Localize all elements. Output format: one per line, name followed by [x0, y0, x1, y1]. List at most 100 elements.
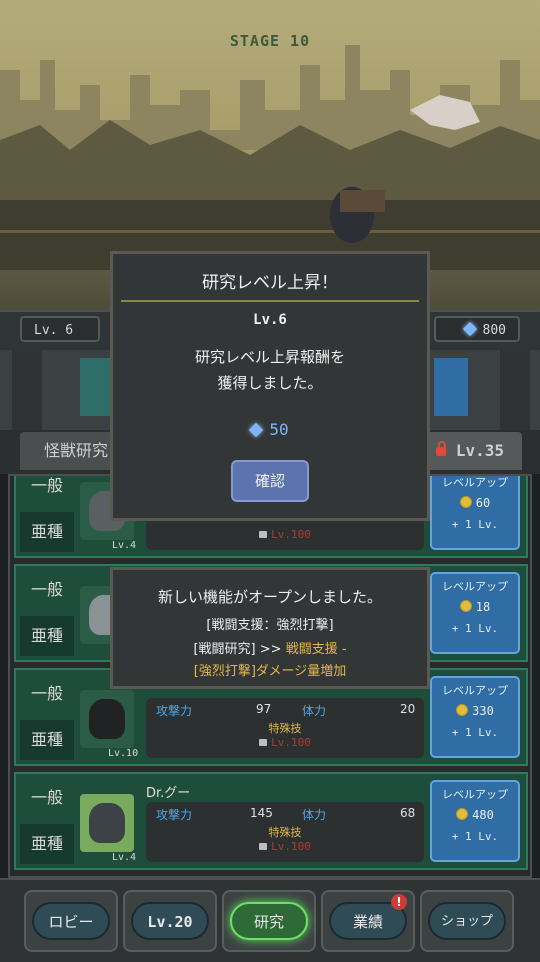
confirm-button[interactable]: 確認	[231, 460, 309, 502]
level-up-button[interactable]: レベルアップ 18 + 1 Lv.	[430, 572, 520, 654]
lock-level: Lv.100	[271, 528, 311, 541]
special-lock: Lv.100	[146, 736, 424, 749]
attack-label: 攻撃力	[156, 808, 193, 822]
gem-icon	[249, 422, 264, 438]
nav-lobby-label: ロビー	[32, 902, 110, 940]
nav-level-button[interactable]: Lv.20	[123, 890, 217, 952]
hp-value: 68	[400, 806, 416, 820]
special-label: 特殊技	[268, 826, 302, 839]
stat-box: 攻撃力 97 体力 20 特殊技 Lv.100	[146, 698, 424, 758]
special-lock: Lv.100	[146, 840, 424, 853]
nav-lobby-button[interactable]: ロビー	[24, 890, 118, 952]
attack-value: 145	[250, 806, 273, 820]
nav-shop-button[interactable]: ショップ	[420, 890, 514, 952]
cost-value: 480	[472, 808, 494, 822]
notification-badge: !	[391, 894, 407, 910]
grade-label: 一般	[30, 476, 63, 495]
monster-name: Dr.グー	[146, 786, 191, 801]
attack-label: 攻撃力	[156, 704, 193, 718]
hp-label: 体力	[302, 704, 327, 718]
dialog-message: 研究レベル上昇報酬を 獲得しました。	[113, 344, 427, 396]
dialog-divider	[121, 300, 419, 302]
level-up-cost: 480	[432, 808, 518, 822]
level-up-button[interactable]: レベルアップ 60 + 1 Lv.	[430, 476, 520, 550]
special-label: 特殊技	[268, 722, 302, 735]
subtype-label: 亜種	[20, 512, 74, 552]
lock-icon	[259, 843, 268, 850]
monster-portrait	[80, 690, 134, 748]
dialog-message-line2: 獲得しました。	[217, 374, 323, 392]
level-up-label: レベルアップ	[442, 788, 508, 801]
nav-shop-label: ショップ	[428, 902, 506, 940]
level-up-plus: + 1 Lv.	[451, 622, 499, 635]
gem-icon	[462, 321, 477, 337]
level-up-label: レベルアップ	[442, 580, 508, 593]
subtype-label: 亜種	[20, 616, 74, 656]
player-level: Lv. 6	[20, 316, 100, 342]
feature-unlocked-toast: 新しい機能がオープンしました。 [戦闘支援：強烈打撃] [戦闘研究] >> 戦闘…	[110, 567, 430, 689]
monster-level: Lv.4	[112, 852, 137, 863]
nav-research-button[interactable]: 研究	[222, 890, 316, 952]
grade-label: 一般	[30, 580, 63, 599]
dialog-title: 研究レベル上昇！	[202, 273, 338, 293]
level-up-plus: + 1 Lv.	[451, 726, 499, 739]
lock-level: Lv.100	[271, 736, 311, 749]
level-up-dialog: 研究レベル上昇！ Lv.6 研究レベル上昇報酬を 獲得しました。 50 確認	[110, 251, 430, 521]
toast-title: 新しい機能がオープンしました。	[157, 588, 383, 606]
level-up-label: レベルアップ	[442, 476, 508, 489]
grade-label: 一般	[30, 684, 63, 703]
tab-locked-level: Lv.35	[455, 441, 504, 460]
level-up-cost: 330	[432, 704, 518, 718]
gem-count: 800	[482, 323, 506, 338]
coin-icon	[456, 808, 469, 820]
coin-icon	[459, 496, 472, 508]
level-up-plus: + 1 Lv.	[451, 830, 499, 843]
level-up-button[interactable]: レベルアップ 480 + 1 Lv.	[430, 780, 520, 862]
level-up-label: レベルアップ	[442, 684, 508, 697]
dialog-message-line1: 研究レベル上昇報酬を	[194, 348, 345, 366]
toast-path-a: [戦闘研究] >>	[193, 642, 286, 657]
dialog-level: Lv.6	[253, 312, 287, 328]
monster-portrait	[80, 794, 134, 852]
hp-value: 20	[400, 702, 416, 716]
lock-icon	[259, 531, 268, 538]
cost-value: 330	[472, 704, 494, 718]
lock-level: Lv.100	[271, 840, 311, 853]
lock-icon	[259, 739, 268, 746]
monster-icon	[89, 803, 125, 843]
nav-research-label: 研究	[230, 902, 308, 940]
hp-label: 体力	[302, 808, 327, 822]
toast-effect: [強烈打撃]ダメージ量増加	[193, 664, 347, 679]
toast-path-b: 戦闘支援 -	[285, 642, 347, 657]
grade-label: 一般	[30, 788, 63, 807]
stat-box: 攻撃力 145 体力 68 特殊技 Lv.100	[146, 802, 424, 862]
tab-locked[interactable]: Lv.35	[422, 432, 522, 470]
monster-icon	[89, 699, 125, 739]
level-up-cost: 60	[432, 496, 518, 510]
attack-value: 97	[256, 702, 272, 716]
bottom-nav: ロビー Lv.20 研究 業績! ショップ	[0, 878, 540, 962]
toast-feature: [戦闘支援：強烈打撃]	[206, 618, 334, 633]
special-lock: Lv.100	[146, 528, 424, 541]
nav-level-label: Lv.20	[131, 902, 209, 940]
cost-value: 18	[475, 600, 491, 614]
monster-level: Lv.10	[108, 748, 139, 759]
level-up-cost: 18	[432, 600, 518, 614]
list-item: 一般 亜種 Lv.4 Dr.グー 攻撃力 145 体力 68 特殊技 Lv.10…	[14, 772, 528, 870]
reward-amount: 50	[269, 420, 289, 439]
lock-icon	[435, 441, 446, 456]
coin-icon	[456, 704, 469, 716]
level-up-button[interactable]: レベルアップ 330 + 1 Lv.	[430, 676, 520, 758]
subtype-label: 亜種	[20, 824, 74, 864]
nav-achievements-button[interactable]: 業績!	[321, 890, 415, 952]
gem-counter: 800	[434, 316, 520, 342]
dialog-reward: 50	[113, 420, 427, 439]
level-up-plus: + 1 Lv.	[451, 518, 499, 531]
cost-value: 60	[475, 496, 491, 510]
city-skyline	[0, 45, 540, 270]
tab-monster-research[interactable]: 怪獣研究	[20, 432, 120, 470]
toast-path: [戦闘研究] >> 戦闘支援 -	[113, 638, 427, 657]
stage-label: STAGE 10	[229, 32, 311, 50]
coin-icon	[459, 600, 472, 612]
monster-level: Lv.4	[112, 540, 137, 551]
